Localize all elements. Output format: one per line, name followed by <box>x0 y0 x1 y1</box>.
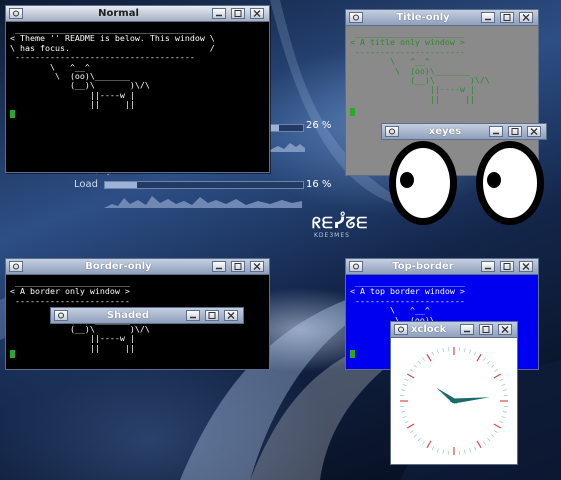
clock-minute-tick <box>464 348 466 353</box>
clock-minute-hand <box>450 397 490 404</box>
clock-minute-tick <box>474 351 477 356</box>
clock-minute-tick <box>487 360 491 365</box>
clock-minute-tick <box>464 449 466 454</box>
clock-minute-tick <box>436 448 439 453</box>
clock-hour-tick <box>426 440 432 449</box>
titlebar[interactable]: xclock <box>391 322 517 338</box>
clock-minute-tick <box>404 421 409 424</box>
clock-minute-tick <box>401 411 406 413</box>
clock-minute-tick <box>469 349 472 354</box>
maximize-icon <box>482 326 490 333</box>
clock-hour-tick <box>406 373 415 379</box>
clock-hour-tick <box>493 423 502 429</box>
clock-minute-tick <box>490 434 495 438</box>
maximize-button[interactable] <box>479 324 493 335</box>
clock-minute-tick <box>474 446 477 451</box>
close-icon <box>501 326 509 333</box>
clock-minute-tick <box>487 437 491 442</box>
clock-minute-tick <box>436 349 439 354</box>
clock-minute-tick <box>413 364 418 368</box>
clock-minute-tick <box>413 434 418 438</box>
clock-area <box>391 338 517 464</box>
clock-minute-tick <box>499 378 504 381</box>
clock-minute-tick <box>401 389 406 391</box>
clock-minute-tick <box>501 383 506 386</box>
clock-minute-tick <box>469 448 472 453</box>
clock-minute-tick <box>410 430 414 434</box>
clock-minute-tick <box>490 364 495 368</box>
clock-hour-tick <box>426 353 432 362</box>
right-pupil <box>487 172 501 188</box>
clock-minute-tick <box>402 383 407 386</box>
clock-minute-tick <box>483 357 487 361</box>
clock-minute-tick <box>410 368 414 372</box>
clock-minute-tick <box>404 378 409 381</box>
window-menu-button[interactable] <box>394 324 408 335</box>
clock-minute-tick <box>431 446 434 451</box>
clock-minute-tick <box>501 416 506 419</box>
analog-clock <box>400 347 508 455</box>
clock-minute-tick <box>417 437 421 442</box>
clock-minute-tick <box>442 449 444 454</box>
left-pupil <box>400 172 414 188</box>
circle-icon <box>398 326 404 333</box>
clock-minute-tick <box>494 368 498 372</box>
clock-minute-tick <box>417 360 421 365</box>
clock-minute-tick <box>402 416 407 419</box>
desktop-background: 26 % Proc / Fy : 3373 MHz Load 16 % ᖇᗴᓮᘔ… <box>0 0 561 480</box>
clock-minute-tick <box>502 389 507 391</box>
clock-hour-tick <box>476 440 482 449</box>
clock-hour-tick <box>493 373 502 379</box>
clock-minute-tick <box>421 357 425 361</box>
clock-minute-tick <box>499 421 504 424</box>
clock-minute-tick <box>431 351 434 356</box>
minimize-button[interactable] <box>460 324 474 335</box>
clock-minute-tick <box>494 430 498 434</box>
window-xclock[interactable]: xclock <box>390 321 518 465</box>
window-title: xclock <box>411 324 447 335</box>
minimize-icon <box>464 330 470 333</box>
close-button[interactable] <box>498 324 512 335</box>
clock-minute-tick <box>421 441 425 445</box>
clock-minute-tick <box>483 441 487 445</box>
clock-minute-tick <box>442 348 444 353</box>
clock-hour-tick <box>476 353 482 362</box>
clock-minute-tick <box>502 411 507 413</box>
clock-hour-tick <box>406 423 415 429</box>
